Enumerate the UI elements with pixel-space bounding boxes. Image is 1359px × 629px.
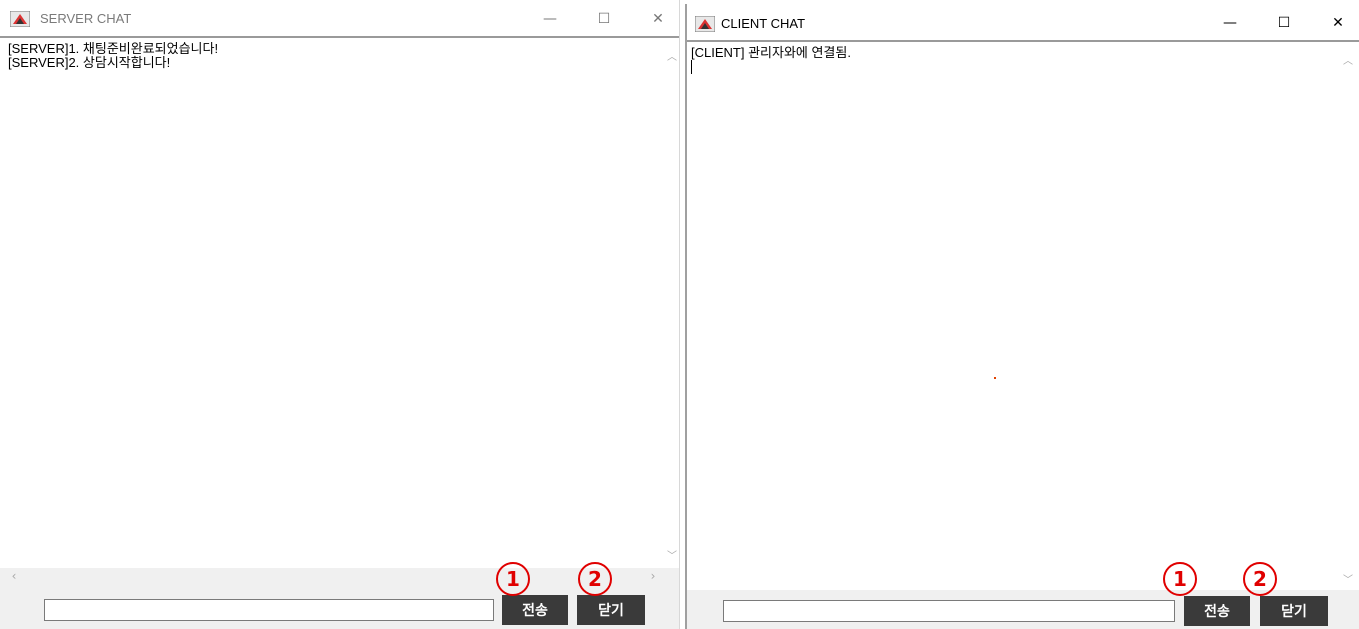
close-button[interactable]: 닫기 <box>1260 596 1328 626</box>
window-title: CLIENT CHAT <box>721 16 806 31</box>
client-chat-window: CLIENT CHAT — ☐ ✕ [CLIENT] 관리자와에 연결됨. ︿ … <box>685 4 1359 629</box>
scroll-down-icon[interactable]: ﹀ <box>1341 571 1355 586</box>
window-title: SERVER CHAT <box>40 11 132 26</box>
message-input[interactable] <box>44 599 494 621</box>
maximize-icon[interactable]: ☐ <box>581 0 627 38</box>
server-chat-log[interactable]: [SERVER]1. 채팅준비완료되었습니다! [SERVER]2. 상담시작합… <box>8 42 663 567</box>
chat-message: [SERVER]2. 상담시작합니다! <box>8 55 171 70</box>
send-button[interactable]: 전송 <box>502 595 568 625</box>
scroll-up-icon[interactable]: ︿ <box>665 48 679 63</box>
scroll-up-icon[interactable]: ︿ <box>1341 52 1355 67</box>
stray-pixel <box>994 377 996 379</box>
close-button[interactable]: 닫기 <box>577 595 645 625</box>
send-button[interactable]: 전송 <box>1184 596 1250 626</box>
maximize-icon[interactable]: ☐ <box>1261 4 1307 42</box>
server-titlebar[interactable]: SERVER CHAT — ☐ ✕ <box>0 0 679 38</box>
annotation-marker-1: 1 <box>1163 562 1197 596</box>
scroll-right-icon[interactable]: › <box>645 568 661 584</box>
server-chat-window: SERVER CHAT — ☐ ✕ [SERVER]1. 채팅준비완료되었습니다… <box>0 0 680 629</box>
vertical-scrollbar[interactable]: ︿ ﹀ <box>1341 46 1355 591</box>
close-icon[interactable]: ✕ <box>635 0 679 38</box>
client-titlebar[interactable]: CLIENT CHAT — ☐ ✕ <box>687 4 1359 42</box>
annotation-marker-2: 2 <box>1243 562 1277 596</box>
client-chat-log[interactable]: [CLIENT] 관리자와에 연결됨. <box>691 46 1341 591</box>
message-input[interactable] <box>723 600 1175 622</box>
minimize-icon[interactable]: — <box>1207 4 1253 42</box>
vertical-scrollbar[interactable]: ︿ ﹀ <box>665 42 679 567</box>
text-caret <box>691 60 1341 77</box>
annotation-marker-1: 1 <box>496 562 530 596</box>
minimize-icon[interactable]: — <box>527 0 573 38</box>
scroll-down-icon[interactable]: ﹀ <box>665 547 679 562</box>
java-app-icon <box>695 16 715 32</box>
java-app-icon <box>10 11 30 27</box>
close-icon[interactable]: ✕ <box>1315 4 1359 42</box>
chat-message: [SERVER]1. 채팅준비완료되었습니다! <box>8 41 219 56</box>
scroll-left-icon[interactable]: ‹ <box>6 568 22 584</box>
server-input-bar: 전송 닫기 <box>0 584 679 629</box>
chat-message: [CLIENT] 관리자와에 연결됨. <box>691 45 851 60</box>
annotation-marker-2: 2 <box>578 562 612 596</box>
